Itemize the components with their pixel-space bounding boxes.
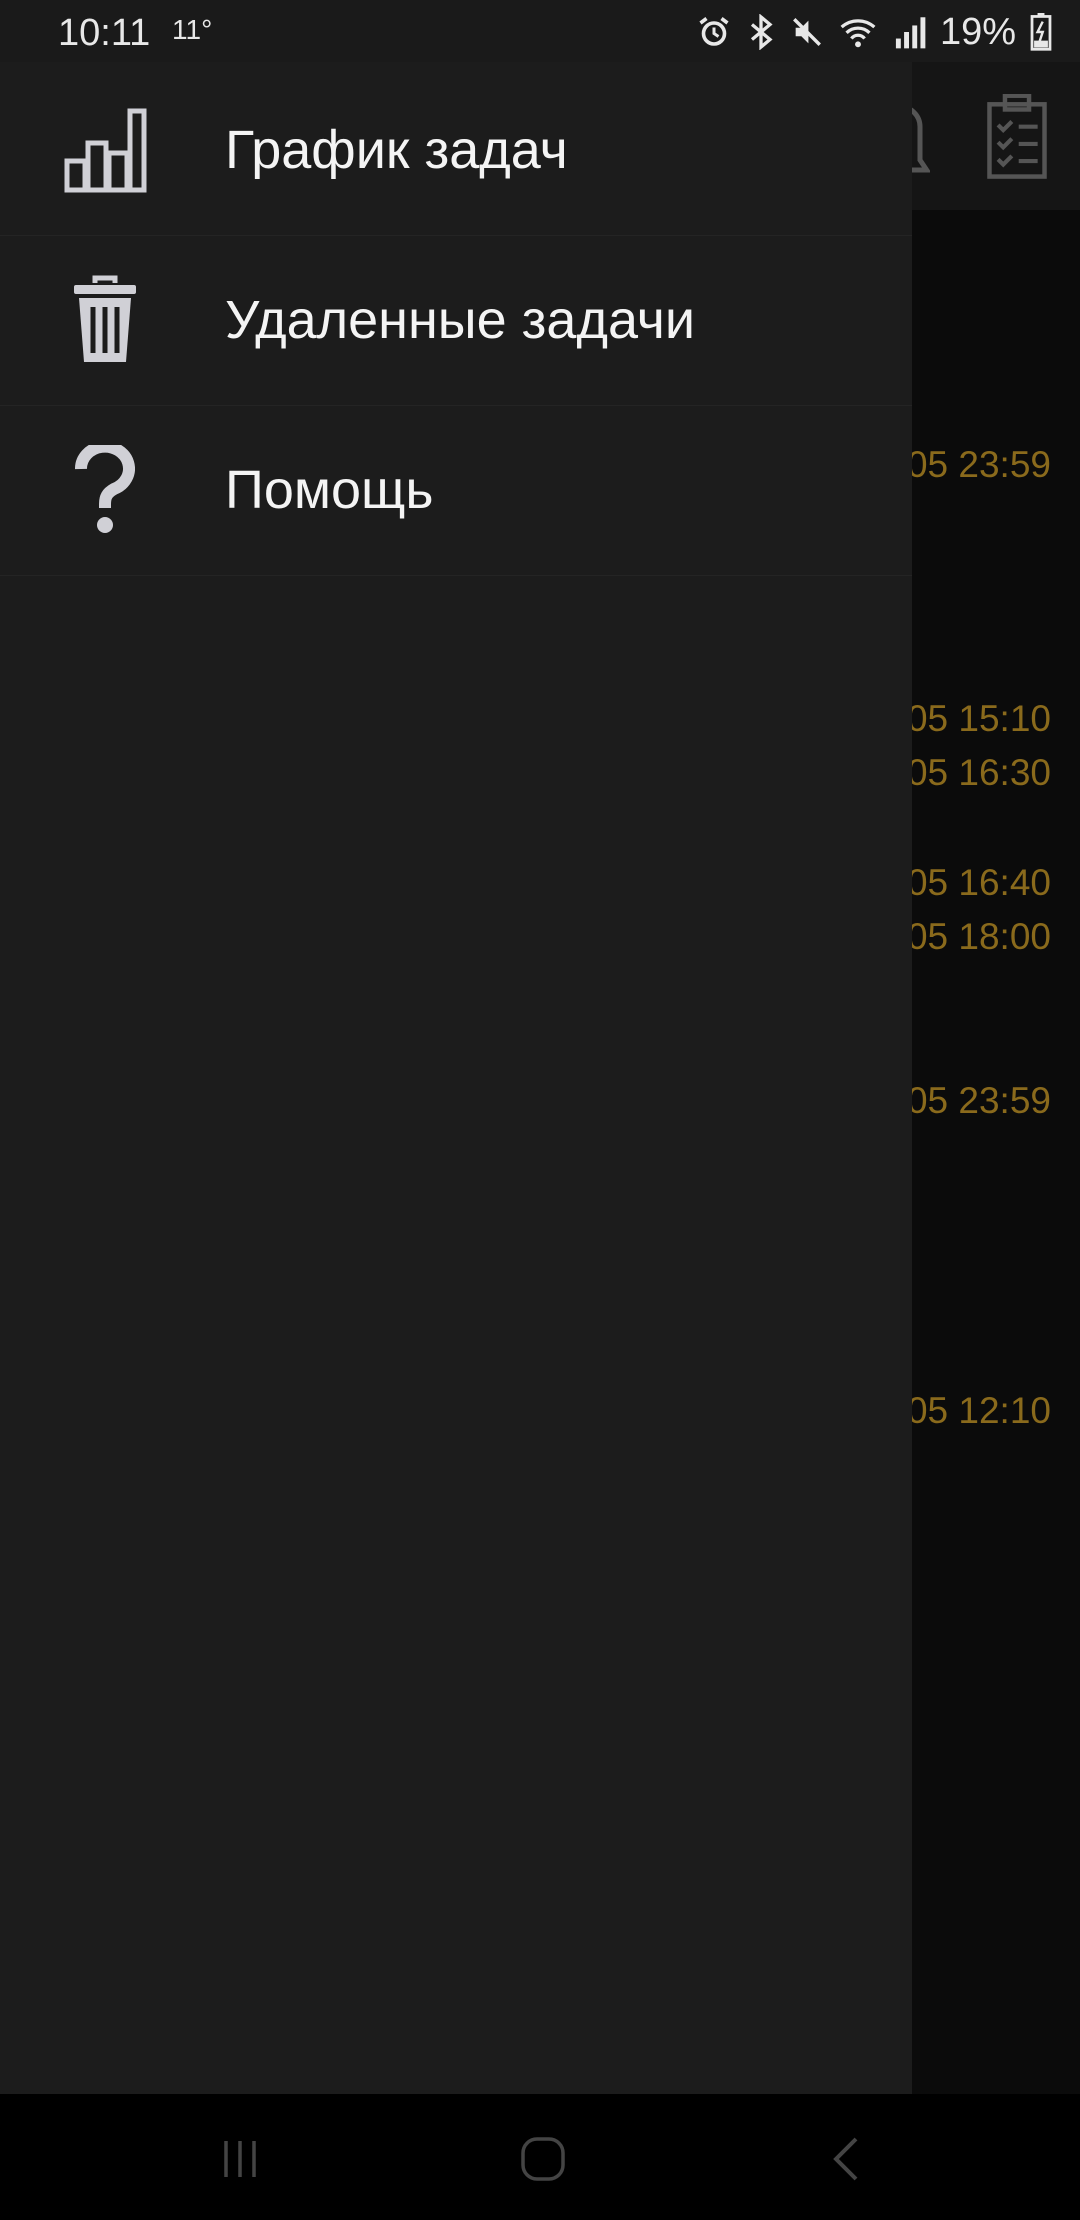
drawer-item-label: Помощь [225,460,434,520]
wifi-icon [838,14,878,50]
drawer-item-help[interactable]: Помощь [0,405,912,576]
background-time: 05 23:59 [906,1080,1051,1121]
background-time: 05 16:40 [906,862,1051,903]
signal-icon [892,14,926,50]
status-icons: 19% [696,10,1052,54]
home-icon[interactable] [503,2124,583,2194]
system-navigation-bar [0,2094,1080,2220]
back-icon[interactable] [806,2124,886,2194]
battery-charging-icon [1030,13,1052,51]
battery-percentage: 19% [939,10,1016,53]
status-temperature: 11° [172,14,213,45]
drawer-item-label: График задач [225,120,568,180]
background-time: 05 23:59 [906,444,1051,485]
trash-icon [58,273,152,367]
status-bar: 10:11 11° 19% [0,0,1080,62]
background-time: 05 18:00 [906,916,1051,957]
drawer-item-label: Удаленные задачи [225,290,696,350]
mute-icon [790,14,824,50]
status-time: 10:11 [58,12,151,54]
navigation-drawer: График задач Удаленные задачи Помощь [0,0,912,2094]
bar-chart-icon [58,103,152,197]
recents-icon[interactable] [200,2124,280,2194]
drawer-item-task-chart[interactable]: График задач [0,65,912,236]
background-time: 05 16:30 [906,752,1051,793]
alarm-icon [696,14,732,50]
drawer-item-deleted-tasks[interactable]: Удаленные задачи [0,235,912,406]
background-time: 05 15:10 [906,698,1051,739]
bluetooth-icon [746,14,776,50]
clipboard-checklist-icon [986,93,1048,185]
help-icon [58,443,152,537]
background-time: 05 12:10 [906,1390,1051,1431]
